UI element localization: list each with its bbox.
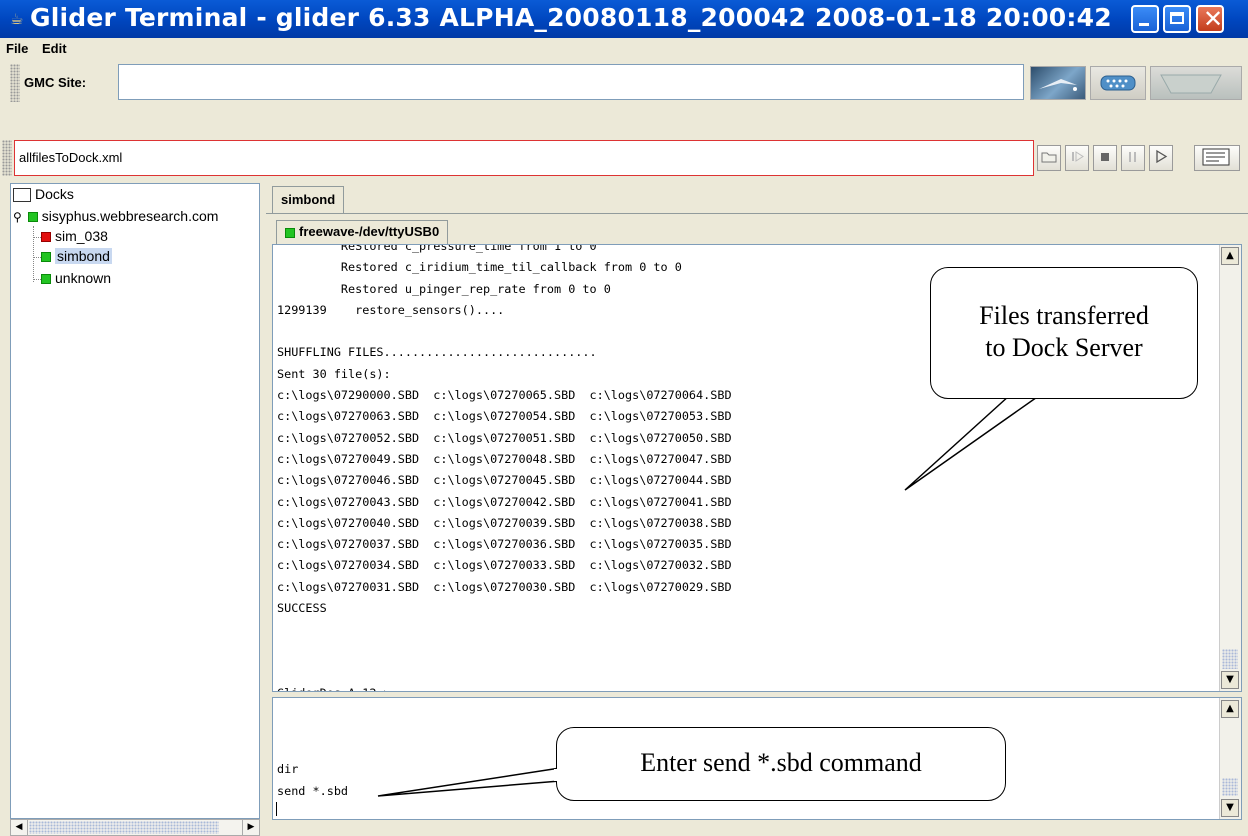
console-vertical-scrollbar[interactable]: ▲ ▼ <box>1219 245 1241 691</box>
close-icon: ✕ <box>1203 5 1224 33</box>
menu-file[interactable]: File <box>6 41 28 56</box>
scroll-right-icon[interactable]: ▶ <box>242 820 259 835</box>
folder-icon <box>13 188 31 203</box>
gmc-site-input[interactable] <box>118 64 1024 100</box>
tab-divider <box>266 213 1248 214</box>
menu-bar: File Edit <box>0 38 1248 61</box>
scroll-left-icon[interactable]: ◀ <box>11 820 28 835</box>
text-cursor <box>276 802 277 816</box>
scroll-thumb[interactable] <box>1222 649 1238 669</box>
dock-tree: Docks ⚲ sisyphus.webbresearch.com sim_038… <box>10 183 260 819</box>
tree-horizontal-scrollbar[interactable]: ◀ ▶ <box>10 819 260 836</box>
tree-item-sim-038[interactable]: sim_038 <box>33 228 108 244</box>
dock-icon[interactable] <box>1150 66 1242 100</box>
scroll-down-icon[interactable]: ▼ <box>1221 671 1239 689</box>
scroll-up-icon[interactable]: ▲ <box>1221 700 1239 718</box>
maximize-button[interactable] <box>1163 5 1191 33</box>
title-bar[interactable]: ☕ Glider Terminal - glider 6.33 ALPHA_20… <box>0 0 1248 38</box>
toolbar-grip[interactable] <box>2 140 12 176</box>
callout-joint <box>1011 392 1039 398</box>
callout-joint <box>554 769 560 781</box>
callout-files-transferred: Files transferred to Dock Server <box>930 267 1198 399</box>
scroll-up-icon[interactable]: ▲ <box>1221 247 1239 265</box>
callout-send-command: Enter send *.sbd command <box>556 727 1006 801</box>
tab-freewave[interactable]: freewave-/dev/ttyUSB0 <box>276 220 449 245</box>
open-folder-icon[interactable] <box>1037 145 1061 171</box>
scroll-thumb[interactable] <box>1222 778 1238 796</box>
step-icon[interactable] <box>1065 145 1089 171</box>
play-icon[interactable] <box>1149 145 1173 171</box>
stop-icon[interactable] <box>1093 145 1117 171</box>
scroll-thumb[interactable] <box>29 821 219 834</box>
minimize-button[interactable] <box>1131 5 1159 33</box>
command-text: dir send *.sbd <box>277 762 349 798</box>
glider-icon[interactable] <box>1030 66 1086 100</box>
callout-line: Files transferred <box>979 301 1149 330</box>
script-icon[interactable] <box>1194 145 1240 171</box>
window-title: Glider Terminal - glider 6.33 ALPHA_2008… <box>30 3 1112 32</box>
java-cup-icon: ☕ <box>10 10 24 28</box>
tree-item-simbond[interactable]: simbond <box>33 248 112 264</box>
close-button[interactable]: ✕ <box>1196 5 1224 33</box>
mission-file-input[interactable]: allfilesToDock.xml <box>14 140 1034 176</box>
toolbar-grip[interactable] <box>10 64 20 102</box>
status-red-icon <box>41 232 51 243</box>
status-green-icon <box>41 274 51 285</box>
console-text: ReStored c_pressure_time from 1 to 0 Res… <box>277 244 732 691</box>
pause-icon[interactable] <box>1121 145 1145 171</box>
expand-key-icon: ⚲ <box>13 210 22 224</box>
tree-host-node[interactable]: ⚲ sisyphus.webbresearch.com <box>13 208 218 224</box>
callout-line: Enter send *.sbd command <box>640 748 922 777</box>
callout-line: to Dock Server <box>985 333 1143 362</box>
gmc-toolbar: GMC Site: <box>0 60 1248 106</box>
mission-toolbar: allfilesToDock.xml <box>0 140 1248 180</box>
tab-simbond[interactable]: simbond <box>272 186 345 214</box>
menu-edit[interactable]: Edit <box>42 41 67 56</box>
tree-root-docks[interactable]: Docks <box>13 186 74 203</box>
status-green-icon <box>41 252 51 263</box>
status-green-icon <box>27 212 38 223</box>
scroll-down-icon[interactable]: ▼ <box>1221 799 1239 817</box>
gmc-site-label: GMC Site: <box>24 75 87 90</box>
tree-item-unknown[interactable]: unknown <box>33 270 111 286</box>
serial-port-icon[interactable] <box>1090 66 1146 100</box>
input-vertical-scrollbar[interactable]: ▲ ▼ <box>1219 698 1241 819</box>
status-green-icon <box>285 227 295 238</box>
